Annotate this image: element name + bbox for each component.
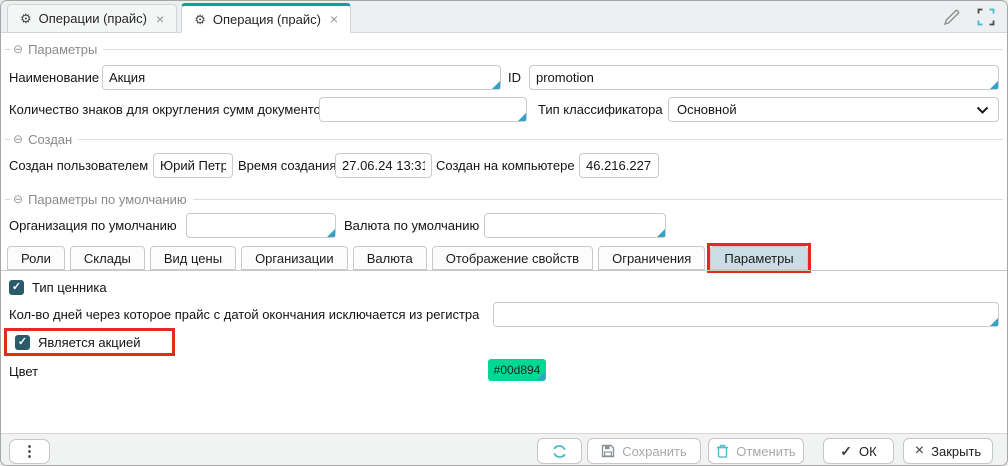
cancel-button[interactable]: Отменить (708, 438, 804, 464)
name-input[interactable] (102, 65, 501, 90)
created-computer-input[interactable] (579, 153, 659, 178)
refresh-button[interactable] (537, 438, 582, 464)
price-tag-type-label: Тип ценника (32, 280, 107, 295)
section-title: Параметры по умолчанию (28, 192, 187, 207)
cancel-label: Отменить (736, 444, 795, 459)
edit-pencil-icon[interactable] (940, 6, 962, 28)
default-org-label: Организация по умолчанию (9, 213, 177, 238)
created-time-input[interactable] (335, 153, 432, 178)
rounding-digits-label: Количество знаков для округления сумм до… (9, 97, 328, 122)
trash-icon (716, 444, 729, 458)
subtab-roles[interactable]: Роли (7, 246, 65, 270)
color-label: Цвет (9, 359, 38, 384)
id-label: ID (508, 65, 521, 90)
classifier-type-select[interactable]: Основной (668, 97, 999, 122)
subtab-restrictions[interactable]: Ограничения (598, 246, 705, 270)
tab-close-icon[interactable]: × (156, 11, 164, 27)
field-corner-marker (492, 81, 500, 89)
price-tag-type-checkbox[interactable] (9, 280, 24, 295)
tab-close-icon[interactable]: × (330, 11, 338, 27)
price-tag-type-row: Тип ценника (9, 280, 107, 295)
subtab-currency[interactable]: Валюта (353, 246, 427, 270)
default-currency-input[interactable] (484, 213, 666, 238)
gear-icon: ⚙ (194, 13, 206, 26)
classifier-type-label: Тип классификатора (538, 97, 663, 122)
bottom-toolbar: ⋮ Сохранить (1, 433, 1007, 465)
section-title: Создан (28, 132, 72, 147)
is-promotion-checkbox[interactable] (15, 335, 30, 350)
window-tab-bar: ⚙ Операции (прайс) × ⚙ Операция (прайс) … (1, 1, 1007, 33)
field-corner-marker (518, 113, 526, 121)
id-input[interactable] (529, 65, 999, 90)
created-time-label: Время создания (238, 153, 336, 178)
collapse-icon[interactable]: ⊖ (13, 133, 23, 145)
save-button[interactable]: Сохранить (587, 438, 701, 464)
created-by-input[interactable] (153, 153, 233, 178)
check-icon: ✓ (840, 444, 852, 458)
ok-button[interactable]: ✓ ОК (823, 438, 894, 464)
tab-bar-divider (1, 270, 1007, 271)
created-by-label: Создан пользователем (9, 153, 148, 178)
field-corner-marker (990, 81, 998, 89)
section-header-defaults: ⊖ Параметры по умолчанию (5, 191, 1003, 207)
field-corner-marker (327, 229, 335, 237)
section-header-created: ⊖ Создан (5, 131, 1003, 147)
subtab-warehouses[interactable]: Склады (70, 246, 145, 270)
selected-option: Основной (677, 102, 737, 117)
section-title: Параметры (28, 42, 97, 57)
ok-label: ОК (859, 444, 877, 459)
color-swatch[interactable]: #00d894 (488, 359, 546, 381)
is-promotion-label: Является акцией (38, 335, 141, 350)
window-actions (940, 6, 997, 28)
close-label: Закрыть (931, 444, 981, 459)
close-x-icon: × (915, 443, 924, 459)
detail-tab-bar: Роли Склады Вид цены Организации Валюта … (7, 246, 808, 270)
save-label: Сохранить (622, 444, 687, 459)
default-currency-label: Валюта по умолчанию (344, 213, 479, 238)
days-exclude-label: Кол-во дней через которое прайс с датой … (9, 302, 479, 327)
subtab-price-type[interactable]: Вид цены (150, 246, 236, 270)
close-button[interactable]: × Закрыть (903, 438, 993, 464)
app-window: ⚙ Операции (прайс) × ⚙ Операция (прайс) … (0, 0, 1008, 466)
save-icon (601, 444, 615, 458)
collapse-icon[interactable]: ⊖ (13, 43, 23, 55)
fullscreen-icon[interactable] (975, 6, 997, 28)
subtab-properties-display[interactable]: Отображение свойств (432, 246, 593, 270)
tab-label: Операции (прайс) (39, 11, 147, 26)
days-exclude-input[interactable] (493, 302, 999, 327)
field-corner-marker (537, 372, 545, 380)
menu-button[interactable]: ⋮ (9, 439, 50, 464)
refresh-icon (552, 444, 567, 459)
gear-icon: ⚙ (20, 12, 32, 25)
default-org-input[interactable] (186, 213, 336, 238)
field-corner-marker (657, 229, 665, 237)
rounding-digits-input[interactable] (319, 97, 527, 122)
tab-label: Операция (прайс) (213, 12, 321, 27)
name-label: Наименование (9, 65, 99, 90)
tab-operations-list[interactable]: ⚙ Операции (прайс) × (7, 4, 177, 33)
field-corner-marker (990, 318, 998, 326)
kebab-icon: ⋮ (22, 444, 37, 459)
is-promotion-annotated-row: Является акцией (4, 328, 175, 356)
collapse-icon[interactable]: ⊖ (13, 193, 23, 205)
subtab-parameters-active[interactable]: Параметры (710, 246, 807, 270)
tab-operation-detail[interactable]: ⚙ Операция (прайс) × (181, 3, 351, 33)
created-computer-label: Создан на компьютере (436, 153, 575, 178)
subtab-organizations[interactable]: Организации (241, 246, 348, 270)
section-header-parameters: ⊖ Параметры (5, 41, 1003, 57)
chevron-down-icon (976, 106, 989, 114)
